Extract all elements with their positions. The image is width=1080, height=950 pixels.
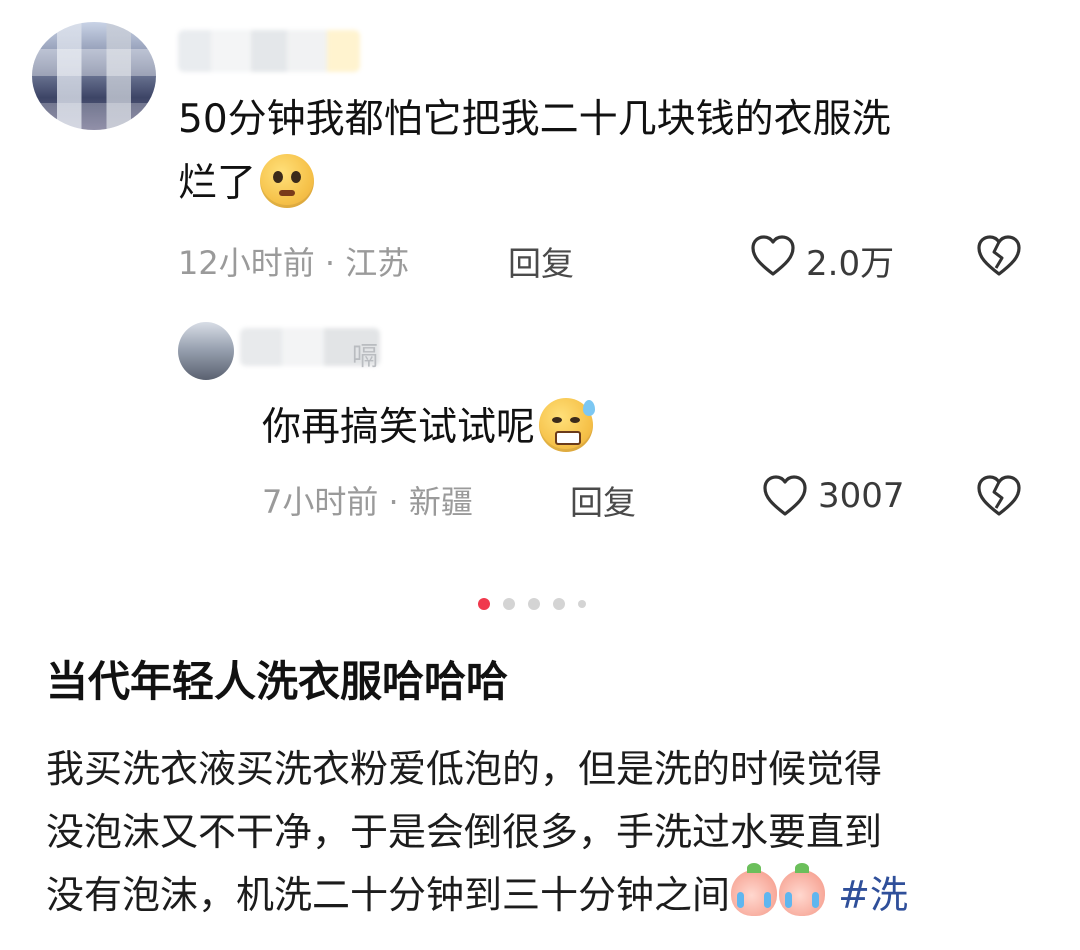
pager-dot[interactable]: [503, 598, 515, 610]
reply-time-location: 7小时前 · 新疆: [262, 483, 473, 521]
reply-text: 你再搞笑试试呢: [262, 405, 536, 450]
carousel-pager[interactable]: [478, 598, 598, 612]
pager-dot-active[interactable]: [478, 598, 490, 610]
comment-like-button[interactable]: [750, 234, 796, 282]
crying-peach-icon: [731, 863, 778, 916]
reply-reply-button[interactable]: 回复: [570, 476, 636, 524]
post-body-line3: 没有泡沫，机洗二十分钟到三十分钟之间 #洗: [46, 863, 1036, 927]
post-body-line2: 没泡沫又不干净，于是会倒很多，手洗过水要直到: [46, 810, 883, 854]
comment-reply-button[interactable]: 回复: [508, 237, 574, 285]
pager-dot-small[interactable]: [578, 600, 586, 608]
reply-like-button[interactable]: [762, 474, 808, 522]
comment-text-line2: 烂了: [178, 152, 1018, 216]
post-title: 当代年轻人洗衣服哈哈哈: [46, 657, 509, 706]
post-body-line1: 我买洗衣液买洗衣粉爱低泡的，但是洗的时候觉得: [46, 747, 883, 791]
comment-body: 50分钟我都怕它把我二十几块钱的衣服洗 烂了: [178, 88, 1018, 216]
reply-like-count: 3007: [818, 476, 905, 516]
commenter-name-blurred[interactable]: [178, 30, 360, 72]
grinning-sweat-face-icon: [539, 398, 596, 452]
heart-outline-icon: [763, 475, 807, 516]
replier-avatar[interactable]: [178, 322, 234, 380]
crying-peach-icon: [779, 863, 826, 916]
broken-heart-icon: [977, 235, 1021, 276]
comment-like-count: 2.0万: [806, 244, 895, 284]
commenter-avatar[interactable]: [32, 22, 156, 130]
comment-time-location: 12小时前 · 江苏: [178, 244, 410, 282]
replier-name-tail: 嗝: [352, 342, 379, 372]
hashtag-link[interactable]: #洗: [838, 873, 908, 917]
comment-dislike-button[interactable]: [976, 234, 1022, 282]
post-body: 我买洗衣液买洗衣粉爱低泡的，但是洗的时候觉得 没泡沫又不干净，于是会倒很多，手洗…: [46, 738, 1036, 927]
comment-text-line1: 50分钟我都怕它把我二十几块钱的衣服洗: [178, 97, 891, 142]
broken-heart-icon: [977, 475, 1021, 516]
reply-body: 你再搞笑试试呢: [262, 396, 1002, 460]
pager-dot[interactable]: [528, 598, 540, 610]
pleading-face-icon: [260, 154, 315, 208]
post-body-line3-text: 没有泡沫，机洗二十分钟到三十分钟之间: [46, 873, 731, 917]
comment-text-line2-text: 烂了: [178, 161, 257, 206]
heart-outline-icon: [751, 235, 795, 276]
reply-dislike-button[interactable]: [976, 474, 1022, 522]
pager-dot[interactable]: [553, 598, 565, 610]
